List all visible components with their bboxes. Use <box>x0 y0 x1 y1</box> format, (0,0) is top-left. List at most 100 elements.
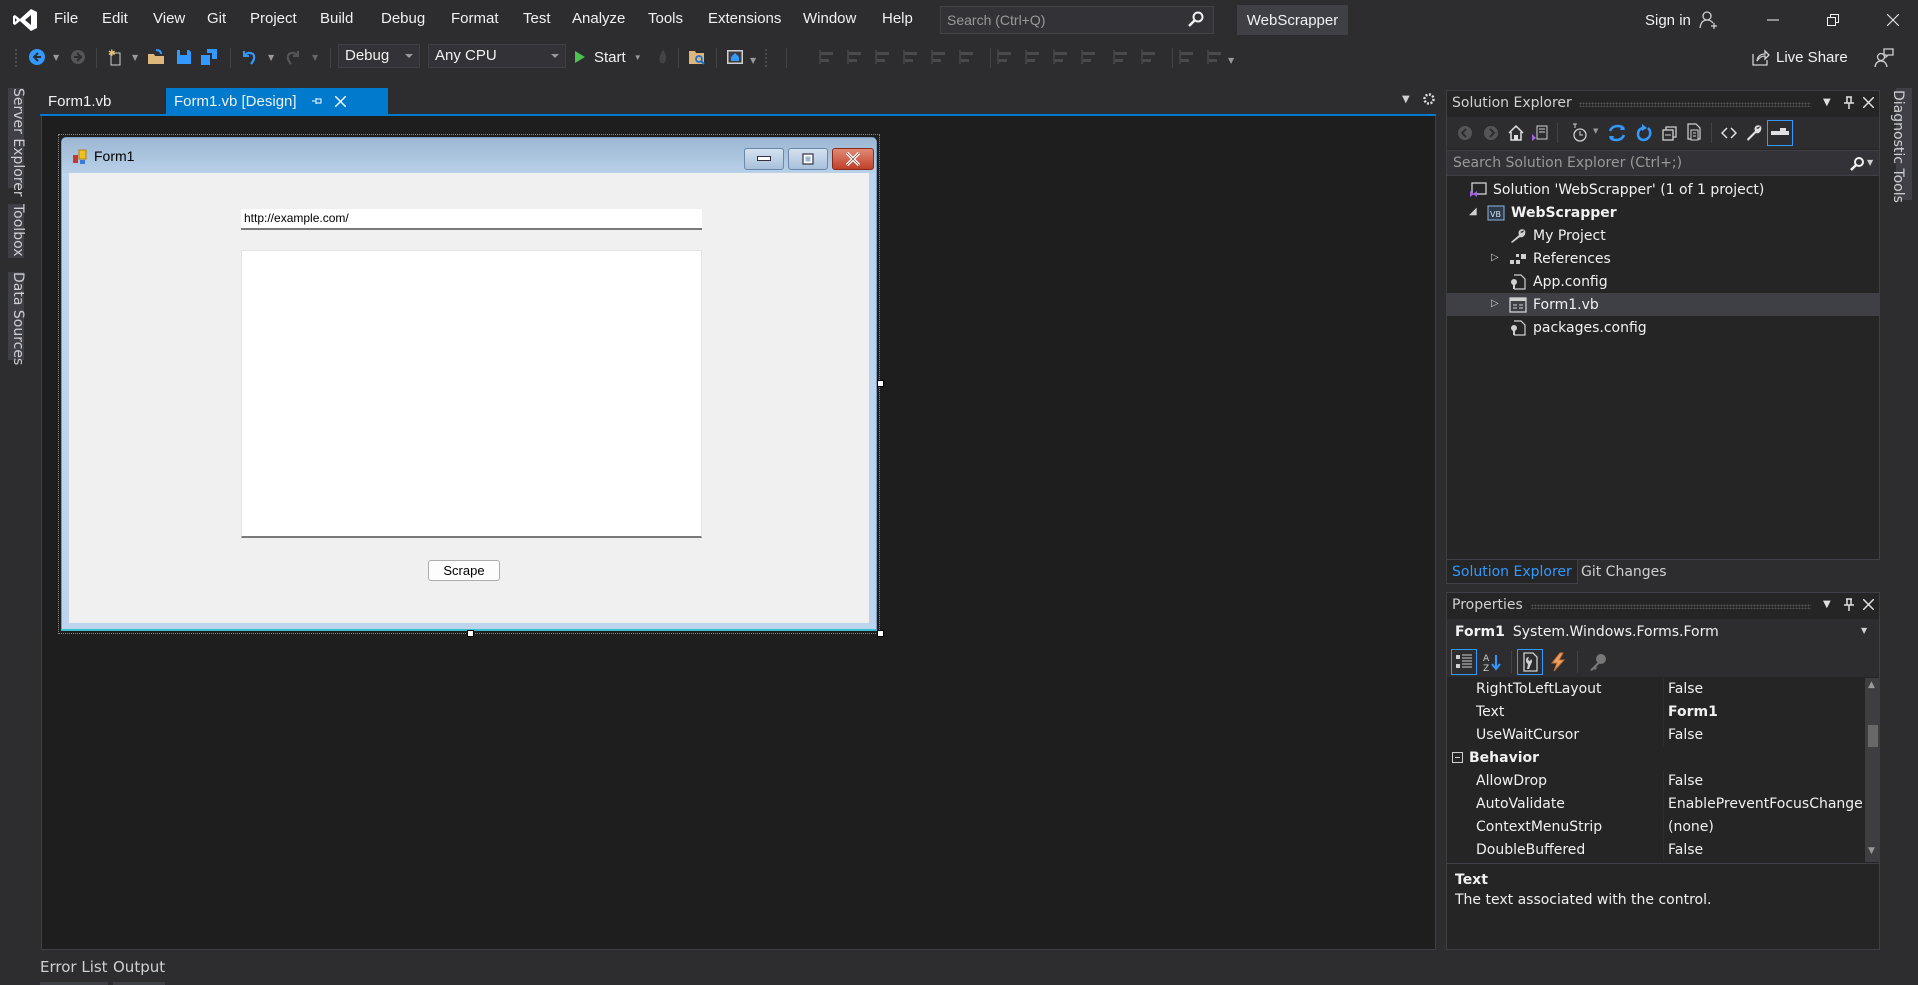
pending-changes-filter-icon[interactable] <box>1571 123 1589 143</box>
make-same-width-icon[interactable] <box>996 48 1014 66</box>
menu-help[interactable]: Help <box>882 10 913 27</box>
tree-item-app-config[interactable]: App.config <box>1447 270 1879 293</box>
tab-list-dropdown-icon[interactable]: ▼ <box>1402 94 1410 105</box>
property-value[interactable]: False <box>1663 839 1865 861</box>
menu-format[interactable]: Format <box>451 10 499 27</box>
properties-view-button[interactable] <box>1517 649 1543 675</box>
tree-item-packages-config[interactable]: packages.config <box>1447 316 1879 339</box>
tab-form1-vb[interactable]: Form1.vb <box>40 88 119 114</box>
lock-controls-icon[interactable] <box>1178 48 1196 66</box>
menu-build[interactable]: Build <box>320 10 353 27</box>
url-textbox[interactable]: http://example.com/ <box>241 209 702 230</box>
toolbox-tab[interactable]: Toolbox <box>10 204 26 257</box>
tab-git-changes[interactable]: Git Changes <box>1576 560 1672 584</box>
property-value[interactable]: Form1 <box>1663 701 1865 723</box>
pin-icon[interactable] <box>1843 96 1855 110</box>
diagnostic-tools-tab[interactable]: Diagnostic Tools <box>1890 90 1906 203</box>
property-category-behavior[interactable]: Behavior <box>1447 747 1865 770</box>
scrape-button[interactable]: Scrape <box>428 560 500 581</box>
property-row-doublebuffered[interactable]: DoubleBuffered False <box>1447 839 1865 862</box>
tree-item-webscrapper[interactable]: ◢ VB WebScrapper <box>1447 201 1879 224</box>
gear-icon[interactable] <box>1422 92 1436 106</box>
output-textbox[interactable] <box>241 250 702 538</box>
align-lefts-icon[interactable] <box>818 48 836 66</box>
form-maximize-button[interactable] <box>788 148 828 170</box>
navigate-back-icon[interactable] <box>28 48 46 66</box>
open-folder-icon[interactable] <box>147 48 165 66</box>
panel-drag-grip[interactable] <box>1579 102 1811 107</box>
tree-item-references[interactable]: ▷ References <box>1447 247 1879 270</box>
close-window-button[interactable] <box>1870 0 1916 40</box>
form-close-button[interactable] <box>832 148 874 170</box>
undo-icon[interactable] <box>240 48 258 66</box>
resize-handle-bottom-right[interactable] <box>877 630 884 637</box>
center-horizontally-icon[interactable] <box>1112 48 1130 66</box>
menu-view[interactable]: View <box>153 10 185 27</box>
toolbar-grip[interactable] <box>14 48 18 68</box>
layout-overflow-dropdown-icon[interactable]: ▼ <box>1228 56 1234 65</box>
form-designer-window[interactable]: Form1 http://example.com/ Scrape <box>61 137 877 631</box>
scroll-up-icon[interactable]: ▲ <box>1868 680 1875 690</box>
property-value[interactable]: (none) <box>1663 816 1865 838</box>
sign-in-link[interactable]: Sign in <box>1645 10 1719 30</box>
tree-item-my-project[interactable]: My Project <box>1447 224 1879 247</box>
back-icon[interactable] <box>1457 125 1473 141</box>
view-code-icon[interactable] <box>1721 126 1737 140</box>
filter-dropdown-icon[interactable]: ▼ <box>1593 127 1598 135</box>
window-position-dropdown-icon[interactable]: ▼ <box>1823 599 1831 610</box>
new-project-icon[interactable]: ✱ <box>106 48 124 66</box>
save-all-icon[interactable] <box>200 48 218 66</box>
collapse-all-icon[interactable] <box>1661 124 1679 142</box>
sync-icon[interactable] <box>1607 123 1627 143</box>
switch-views-icon[interactable] <box>1531 124 1549 142</box>
property-row-text[interactable]: Text Form1 <box>1447 701 1865 724</box>
menu-project[interactable]: Project <box>250 10 297 27</box>
menu-analyze[interactable]: Analyze <box>572 10 625 27</box>
refresh-icon[interactable] <box>1635 123 1653 143</box>
align-centers-icon[interactable] <box>846 48 864 66</box>
redo-dropdown-icon[interactable]: ▼ <box>312 53 318 62</box>
expand-arrow-icon[interactable]: ▷ <box>1491 252 1499 263</box>
categorized-button[interactable] <box>1451 649 1477 675</box>
resize-handle-bottom[interactable] <box>467 630 474 637</box>
data-sources-tab[interactable]: Data Sources <box>10 272 26 365</box>
solution-configuration-select[interactable]: Debug <box>338 44 420 68</box>
overflow-dropdown-icon[interactable]: ▼ <box>750 56 756 65</box>
close-panel-icon[interactable] <box>1863 599 1874 610</box>
menu-git[interactable]: Git <box>207 10 226 27</box>
align-rights-icon[interactable] <box>874 48 892 66</box>
window-position-dropdown-icon[interactable]: ▼ <box>1823 97 1831 108</box>
live-share-button[interactable]: Live Share <box>1752 48 1848 66</box>
size-to-grid-icon[interactable] <box>1052 48 1070 66</box>
form-client-area[interactable]: http://example.com/ Scrape <box>69 173 869 623</box>
property-row-contextmenustrip[interactable]: ContextMenuStrip (none) <box>1447 816 1865 839</box>
home-page-icon[interactable] <box>726 48 744 66</box>
expand-arrow-icon[interactable]: ▷ <box>1491 298 1499 309</box>
property-row-allowdrop[interactable]: AllowDrop False <box>1447 770 1865 793</box>
start-dropdown-icon[interactable]: ▼ <box>634 53 642 62</box>
hot-reload-icon[interactable] <box>654 48 672 66</box>
property-row-usewaitcursor[interactable]: UseWaitCursor False <box>1447 724 1865 747</box>
forward-icon[interactable] <box>1483 125 1499 141</box>
solution-search-input[interactable]: Search Solution Explorer (Ctrl+;) ▼ <box>1447 150 1879 176</box>
pin-icon[interactable] <box>1843 598 1855 612</box>
feedback-icon[interactable] <box>1874 48 1894 68</box>
property-row-autovalidate[interactable]: AutoValidate EnablePreventFocusChange <box>1447 793 1865 816</box>
redo-icon[interactable] <box>284 48 302 66</box>
properties-wrench-icon[interactable] <box>1745 124 1763 142</box>
property-value[interactable]: EnablePreventFocusChange <box>1663 793 1865 815</box>
menu-debug[interactable]: Debug <box>381 10 425 27</box>
scroll-down-icon[interactable]: ▼ <box>1868 846 1875 856</box>
search-icon[interactable] <box>1849 156 1865 172</box>
tree-item-form1-vb[interactable]: ▷ Form1.vb <box>1447 293 1879 316</box>
tab-output[interactable]: Output <box>113 958 166 985</box>
menu-edit[interactable]: Edit <box>102 10 128 27</box>
form-minimize-button[interactable] <box>744 148 784 170</box>
tab-solution-explorer[interactable]: Solution Explorer <box>1446 560 1578 584</box>
preview-selected-items-button[interactable] <box>1767 120 1793 146</box>
collapse-category-icon[interactable] <box>1452 752 1463 763</box>
toolbar-grip[interactable] <box>764 48 768 68</box>
align-middles-icon[interactable] <box>930 48 948 66</box>
back-dropdown-icon[interactable]: ▼ <box>53 53 59 62</box>
solution-platform-select[interactable]: Any CPU <box>428 44 566 68</box>
